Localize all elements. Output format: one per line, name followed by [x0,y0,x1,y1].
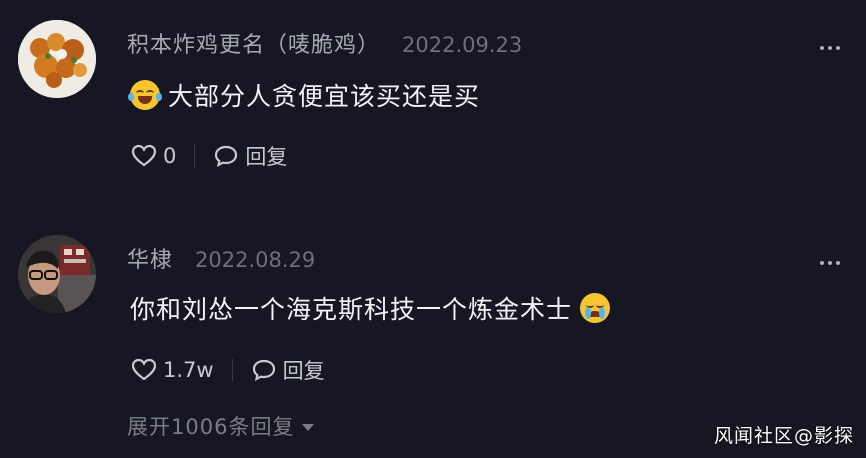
chat-bubble-icon [215,145,238,168]
divider [194,145,196,167]
reply-button[interactable]: 回复 [251,355,325,385]
reply-label: 回复 [282,359,325,383]
comment-body: 你和刘怂一个海克斯科技一个炼金术士 [130,295,573,324]
heart-icon [131,358,157,381]
comment-text: 大部分人贪便宜该买还是买 [128,77,481,113]
like-button[interactable]: 1.7w [131,358,214,382]
avatar[interactable] [18,20,96,98]
divider [231,359,233,381]
comment-item: 积本炸鸡更名（唛脆鸡） 2022.09.23 大部分人贪便宜该买还是买 0 回复 [0,0,866,215]
comment-text: 你和刘怂一个海克斯科技一个炼金术士 [130,290,611,326]
comment-username[interactable]: 华棣 [127,242,173,274]
avatar[interactable] [18,235,96,313]
more-options-icon[interactable] [820,261,840,265]
comment-username[interactable]: 积本炸鸡更名（唛脆鸡） [127,27,380,59]
like-count: 0 [163,144,177,168]
like-button[interactable]: 0 [131,144,176,168]
watermark: 风闻社区@影探 [713,425,854,447]
expand-replies-label: 展开1006条回复 [127,415,295,439]
comment-body: 大部分人贪便宜该买还是买 [168,82,481,111]
reply-button[interactable]: 回复 [213,141,287,171]
fried-chicken-avatar-image [18,20,96,98]
chevron-down-icon [302,424,315,431]
person-avatar-image [18,235,96,313]
laughing-crying-emoji-icon [128,80,162,110]
comment-date: 2022.09.23 [402,33,523,57]
more-options-icon[interactable] [820,46,840,50]
heart-icon [131,144,157,167]
reply-label: 回复 [245,145,288,169]
expand-replies-button[interactable]: 展开1006条回复 [127,411,315,441]
comment-date: 2022.08.29 [195,248,316,272]
chat-bubble-icon [252,359,275,382]
like-count: 1.7w [163,358,214,382]
crying-emoji-icon [580,293,611,323]
